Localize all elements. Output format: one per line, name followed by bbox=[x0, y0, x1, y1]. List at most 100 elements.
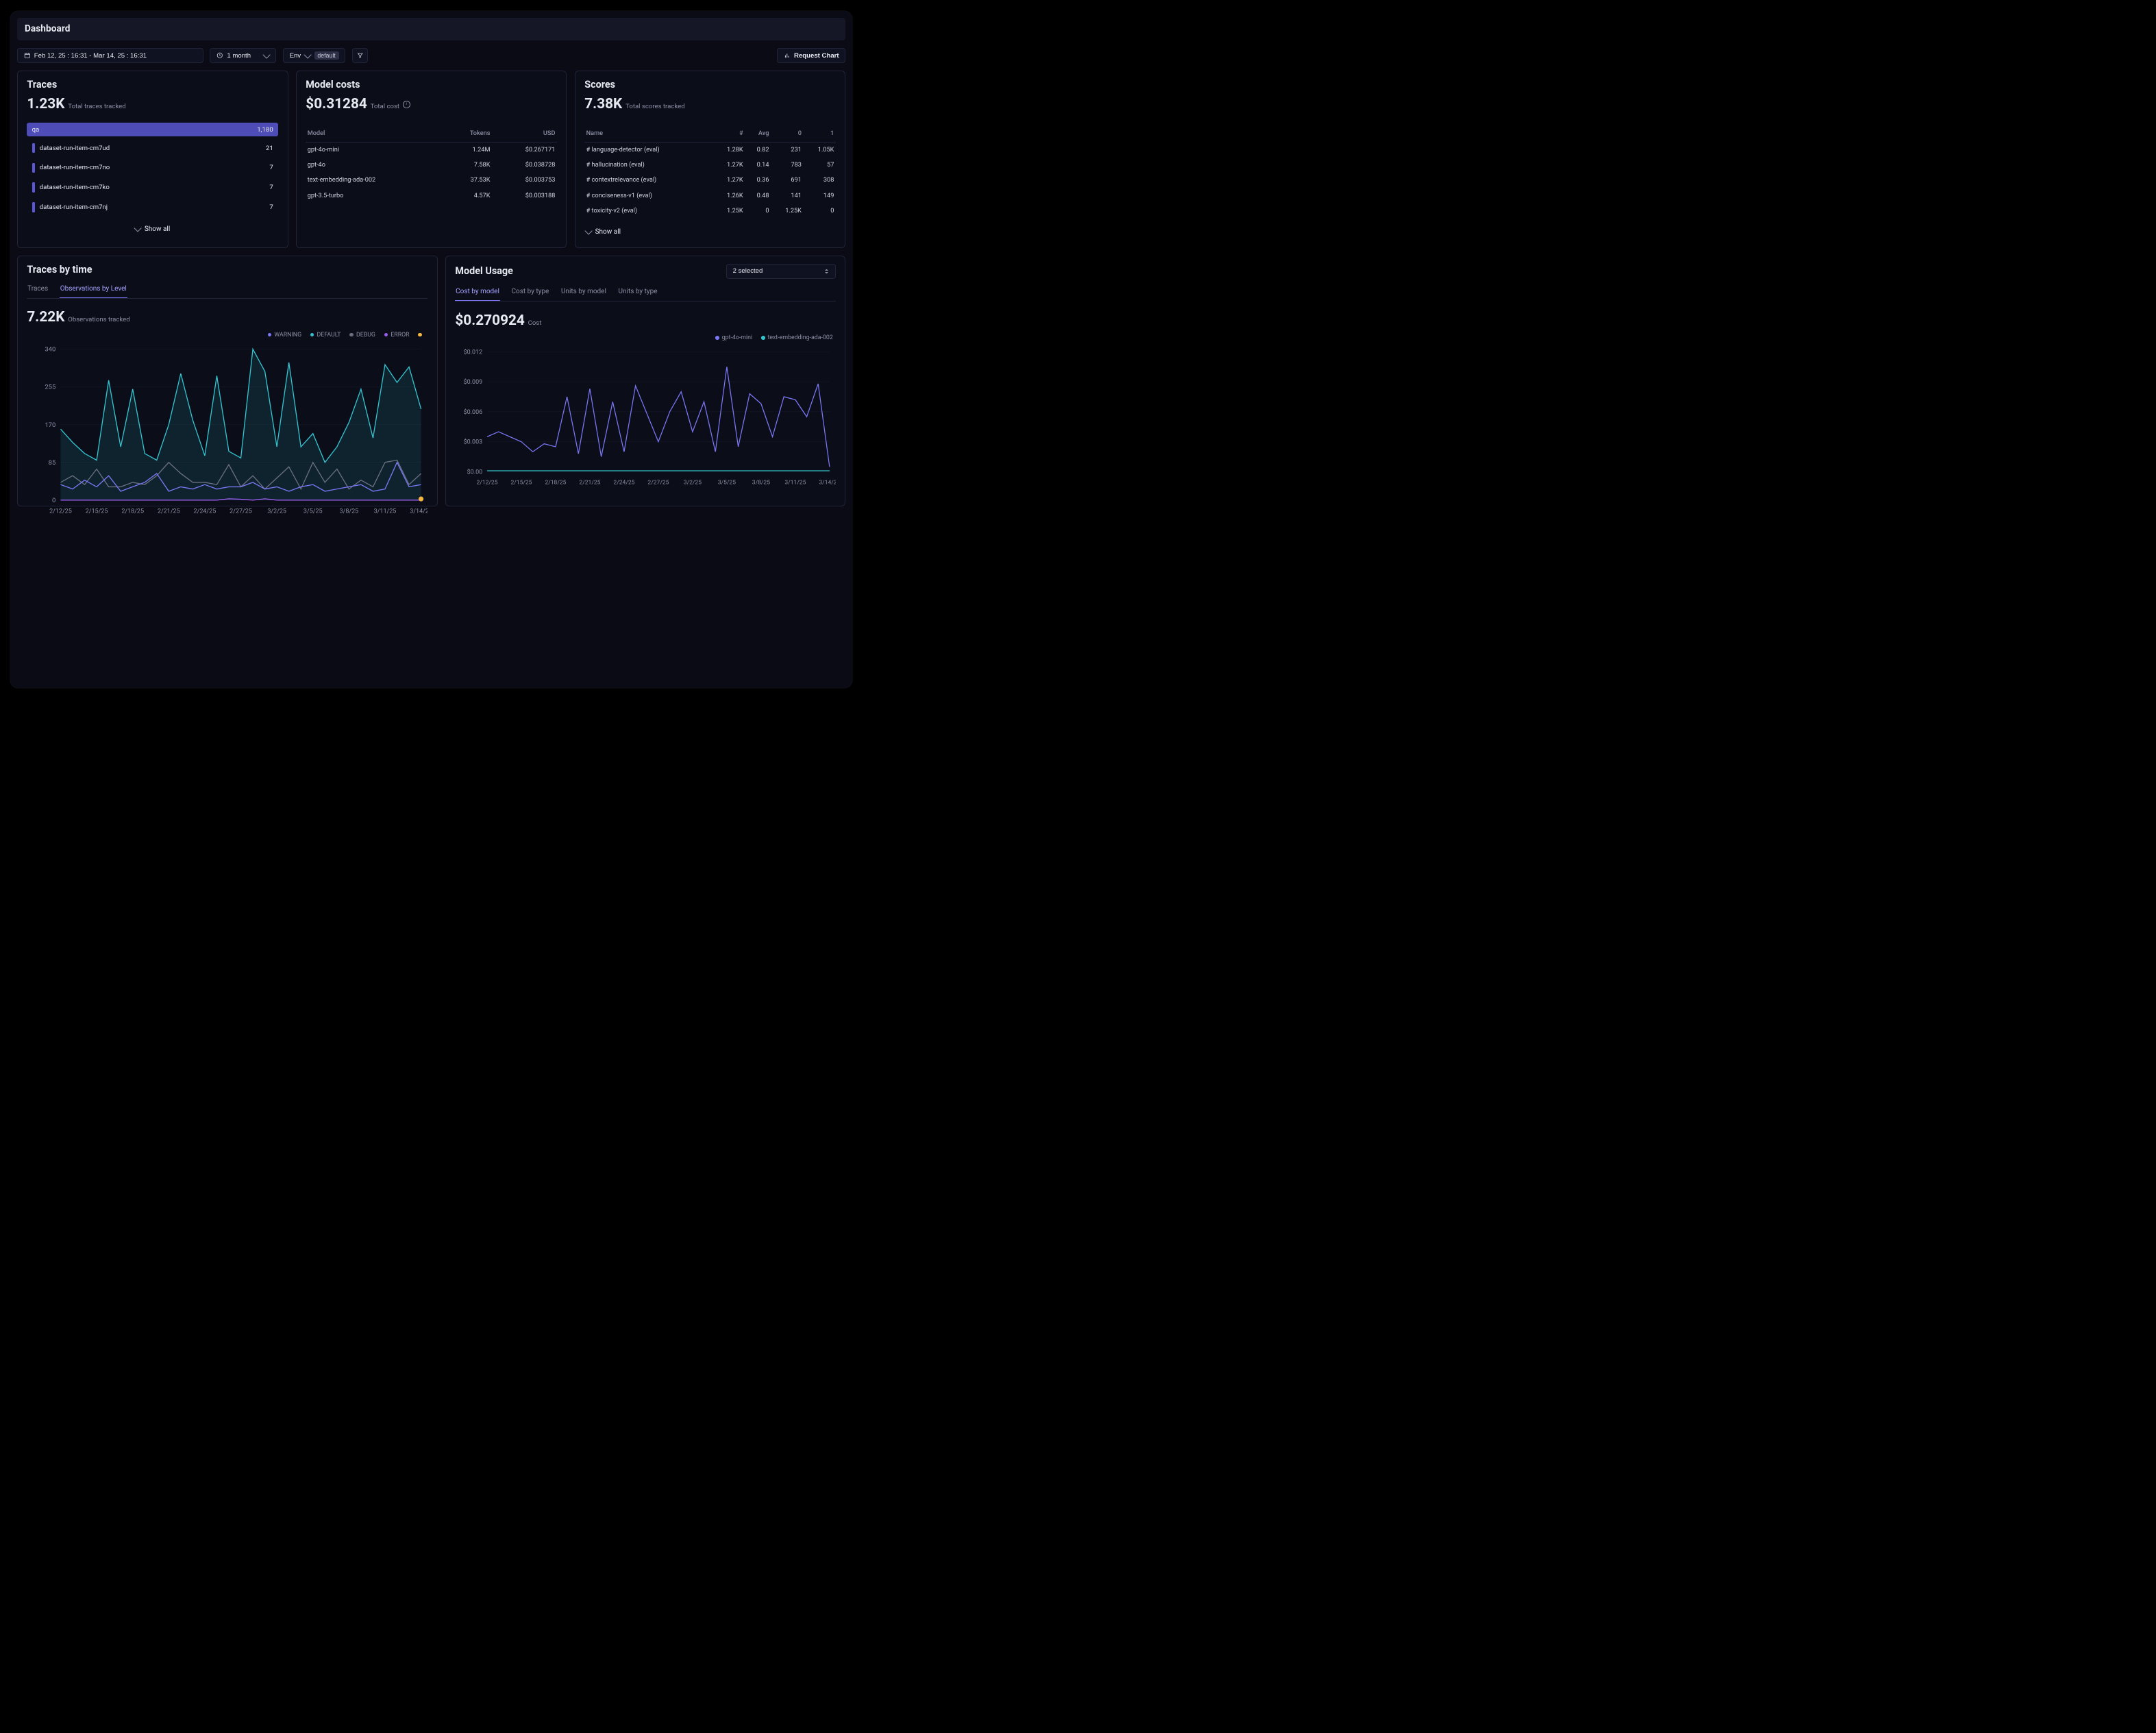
traces-time-chart[interactable]: 0851702553402/12/252/15/252/18/252/21/25… bbox=[27, 346, 428, 500]
show-all-label: Show all bbox=[145, 225, 170, 233]
svg-text:0: 0 bbox=[52, 497, 55, 504]
legend-dot-icon bbox=[761, 336, 765, 340]
table-row[interactable]: # hallucination (eval)1.27K0.1478357 bbox=[584, 158, 836, 173]
model-costs-value: $0.31284 bbox=[306, 96, 367, 112]
traces-show-all[interactable]: Show all bbox=[27, 221, 278, 238]
col-model: Model bbox=[306, 125, 445, 142]
model-name: gpt-3.5-turbo bbox=[306, 188, 445, 203]
usd: $0.003188 bbox=[492, 188, 557, 203]
legend-dot-icon bbox=[715, 336, 719, 340]
table-row[interactable]: gpt-4o-mini1.24M$0.267171 bbox=[306, 142, 557, 158]
svg-text:2/18/25: 2/18/25 bbox=[122, 508, 145, 515]
trace-count: 21 bbox=[266, 145, 273, 152]
svg-text:340: 340 bbox=[45, 346, 56, 354]
info-icon[interactable] bbox=[403, 101, 410, 108]
score-n: 1.27K bbox=[713, 173, 745, 188]
trace-row[interactable]: dataset-run-item-cm7nj7 bbox=[27, 199, 278, 215]
table-row[interactable]: gpt-4o7.58K$0.038728 bbox=[306, 158, 557, 173]
calendar-icon bbox=[24, 52, 31, 59]
table-row[interactable]: text-embedding-ada-00237.53K$0.003753 bbox=[306, 173, 557, 188]
legend-item: ERROR bbox=[384, 332, 410, 339]
svg-text:$0.00: $0.00 bbox=[467, 469, 483, 476]
svg-text:2/12/25: 2/12/25 bbox=[477, 480, 498, 487]
bar-chart-icon bbox=[784, 52, 791, 59]
svg-text:2/27/25: 2/27/25 bbox=[230, 508, 253, 515]
tab-cost-by-model[interactable]: Cost by model bbox=[455, 285, 499, 301]
legend-dot-icon bbox=[384, 333, 388, 337]
tokens: 7.58K bbox=[445, 158, 491, 173]
trace-count: 7 bbox=[269, 184, 273, 191]
observations-sub: Observations tracked bbox=[68, 316, 129, 323]
col-tokens: Tokens bbox=[445, 125, 491, 142]
model-usage-sub: Cost bbox=[528, 319, 542, 327]
tab-cost-by-type[interactable]: Cost by type bbox=[511, 285, 549, 301]
table-row[interactable]: # conciseness-v1 (eval)1.26K0.48141149 bbox=[584, 188, 836, 203]
score-name: # contextrelevance (eval) bbox=[584, 173, 712, 188]
traces-sub: Total traces tracked bbox=[68, 103, 125, 110]
trace-row[interactable]: qa1,180 bbox=[27, 123, 278, 137]
score-zero: 141 bbox=[771, 188, 803, 203]
legend-item: text-embedding-ada-002 bbox=[761, 334, 833, 341]
bar-icon bbox=[32, 182, 35, 192]
table-row[interactable]: # toxicity-v2 (eval)1.25K01.25K0 bbox=[584, 203, 836, 218]
request-chart-button[interactable]: Request Chart bbox=[777, 48, 845, 63]
chevron-down-icon bbox=[134, 225, 142, 233]
svg-text:$0.003: $0.003 bbox=[464, 439, 483, 446]
table-row[interactable]: # contextrelevance (eval)1.27K0.36691308 bbox=[584, 173, 836, 188]
svg-text:3/14/25: 3/14/25 bbox=[819, 480, 836, 487]
svg-text:3/11/25: 3/11/25 bbox=[785, 480, 806, 487]
env-badge: default bbox=[314, 51, 339, 60]
updown-icon bbox=[825, 269, 829, 273]
model-usage-card: Model Usage 2 selected Cost by modelCost… bbox=[445, 256, 846, 507]
col-name: Name bbox=[584, 125, 712, 142]
svg-text:3/14/25: 3/14/25 bbox=[410, 508, 428, 515]
scores-card: Scores 7.38K Total scores tracked Name #… bbox=[575, 71, 846, 247]
legend-dot-icon bbox=[418, 333, 422, 337]
tab-units-by-model[interactable]: Units by model bbox=[560, 285, 607, 301]
svg-text:85: 85 bbox=[49, 459, 56, 467]
score-n: 1.25K bbox=[713, 203, 745, 218]
observations-value: 7.22K bbox=[27, 309, 64, 325]
env-select[interactable]: Env default bbox=[283, 48, 346, 63]
trace-row[interactable]: dataset-run-item-cm7ud21 bbox=[27, 140, 278, 156]
score-avg: 0.48 bbox=[745, 188, 771, 203]
trace-row[interactable]: dataset-run-item-cm7ko 7 bbox=[27, 180, 278, 196]
score-avg: 0.36 bbox=[745, 173, 771, 188]
trace-name: dataset-run-item-cm7ko bbox=[40, 184, 110, 191]
model-name: text-embedding-ada-002 bbox=[306, 173, 445, 188]
tab-observations-by-level[interactable]: Observations by Level bbox=[60, 282, 127, 298]
trace-count: 7 bbox=[269, 164, 273, 171]
col-count: # bbox=[713, 125, 745, 142]
selector-value: 2 selected bbox=[733, 267, 763, 275]
table-row[interactable]: # language-detector (eval)1.28K0.822311.… bbox=[584, 142, 836, 158]
score-avg: 0 bbox=[745, 203, 771, 218]
svg-text:$0.009: $0.009 bbox=[464, 379, 483, 386]
score-one: 308 bbox=[803, 173, 835, 188]
model-usage-selector[interactable]: 2 selected bbox=[726, 264, 836, 279]
svg-text:3/11/25: 3/11/25 bbox=[374, 508, 397, 515]
score-one: 1.05K bbox=[803, 142, 835, 158]
model-name: gpt-4o bbox=[306, 158, 445, 173]
filter-button[interactable] bbox=[352, 48, 368, 63]
col-zero: 0 bbox=[771, 125, 803, 142]
tab-units-by-type[interactable]: Units by type bbox=[618, 285, 658, 301]
period-select[interactable]: 1 month bbox=[210, 48, 276, 63]
col-one: 1 bbox=[803, 125, 835, 142]
traces-time-tabs: Traces Observations by Level bbox=[27, 282, 428, 299]
table-row[interactable]: gpt-3.5-turbo4.57K$0.003188 bbox=[306, 188, 557, 203]
scores-title: Scores bbox=[584, 79, 836, 90]
model-costs-table: Model Tokens USD gpt-4o-mini1.24M$0.2671… bbox=[306, 125, 557, 204]
date-range-picker[interactable]: Feb 12, 25 : 16:31 - Mar 14, 25 : 16:31 bbox=[17, 48, 203, 63]
score-zero: 691 bbox=[771, 173, 803, 188]
env-label: Env bbox=[290, 52, 301, 60]
score-one: 57 bbox=[803, 158, 835, 173]
score-name: # conciseness-v1 (eval) bbox=[584, 188, 712, 203]
trace-row[interactable]: dataset-run-item-cm7no7 bbox=[27, 160, 278, 176]
svg-text:2/12/25: 2/12/25 bbox=[50, 508, 73, 515]
tab-traces[interactable]: Traces bbox=[27, 282, 49, 298]
scores-show-all[interactable]: Show all bbox=[584, 223, 836, 241]
score-zero: 1.25K bbox=[771, 203, 803, 218]
tokens: 1.24M bbox=[445, 142, 491, 158]
model-usage-chart[interactable]: $0.00$0.003$0.006$0.009$0.0122/12/252/15… bbox=[455, 349, 835, 480]
svg-text:255: 255 bbox=[45, 384, 56, 391]
